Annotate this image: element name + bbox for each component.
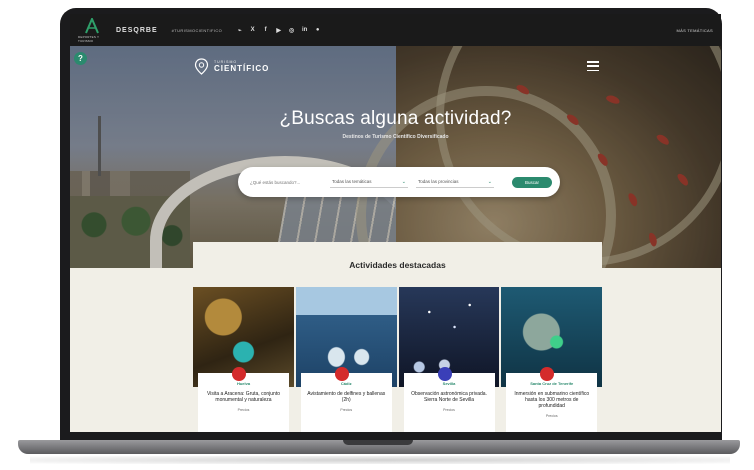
hero-banner: [70, 46, 721, 268]
junta-logo-text: DEPORTES Y TURISMO: [78, 34, 100, 43]
activity-info: Huelva Visita a Aracena: Gruta, conjunto…: [198, 373, 289, 432]
featured-section: Actividades destacadas Huelva Visita a A…: [193, 242, 602, 432]
province-select[interactable]: Todas las provincias ⌄: [416, 176, 494, 188]
activity-place: Cádiz: [340, 381, 352, 386]
theme-select-value: Todas las temáticas: [332, 179, 372, 184]
laptop-notch: [343, 440, 413, 445]
activity-title[interactable]: Visita a Aracena: Gruta, conjunto monume…: [198, 391, 289, 403]
linkedin-icon[interactable]: in: [301, 27, 308, 33]
laptop-screen: DEPORTES Y TURISMO DESQRBE #TURISMOCIENT…: [70, 14, 721, 432]
map-pin-icon: [194, 58, 209, 75]
activity-meta: Precios: [443, 408, 455, 412]
spotify-icon[interactable]: ●: [314, 27, 321, 33]
hashtag-text: #TURISMOCIENTIFICO: [171, 27, 223, 33]
x-icon[interactable]: X: [249, 27, 256, 33]
activity-place: Sevilla: [442, 381, 456, 386]
activity-info: Cádiz Avistamiento de delfines y ballena…: [300, 373, 392, 432]
activity-cards: Huelva Visita a Aracena: Gruta, conjunto…: [193, 287, 602, 432]
search-button[interactable]: Buscar: [512, 176, 552, 188]
hero-subline: Destinos de Turismo Científico Diversifi…: [342, 134, 449, 140]
featured-title: Actividades destacadas: [349, 260, 446, 270]
chevron-down-icon: ⌄: [487, 178, 492, 185]
activity-meta: Precios: [545, 414, 558, 418]
youtube-icon[interactable]: ▶: [275, 27, 282, 34]
laptop-mockup: DEPORTES Y TURISMO DESQRBE #TURISMOCIENT…: [0, 0, 754, 470]
marker-icon: [334, 367, 349, 381]
rss-icon[interactable]: ⌁: [236, 27, 243, 34]
activity-place: Huelva: [236, 381, 251, 386]
a-logo-icon: [85, 17, 99, 33]
activity-title[interactable]: Observación astronómica privada. Sierra …: [404, 391, 495, 403]
hero-overlay: [70, 46, 721, 268]
laptop-shadow: [30, 456, 730, 464]
activity-title[interactable]: Inmersión en submarino científico hasta …: [506, 391, 597, 409]
marker-icon: [437, 367, 452, 381]
activity-card[interactable]: Santa Cruz de Tenerife Inmersión en subm…: [501, 287, 602, 432]
search-bar: Todas las temáticas ⌄ Todas las provinci…: [238, 167, 560, 197]
activity-info: Santa Cruz de Tenerife Inmersión en subm…: [506, 373, 598, 432]
site-logo[interactable]: TURISMO CIENTÍFICO: [194, 58, 269, 75]
activity-card[interactable]: Huelva Visita a Aracena: Gruta, conjunto…: [193, 287, 294, 432]
hamburger-icon[interactable]: [587, 61, 599, 71]
activity-info: Sevilla Observación astronómica privada.…: [403, 373, 495, 432]
top-navigation-bar: DEPORTES Y TURISMO DESQRBE #TURISMOCIENT…: [70, 14, 721, 46]
facebook-icon[interactable]: f: [262, 27, 269, 33]
activity-title[interactable]: Avistamiento de delfines y ballenas (2h): [301, 391, 392, 403]
question-icon[interactable]: ?: [74, 52, 87, 65]
search-input[interactable]: [250, 179, 322, 185]
instagram-icon[interactable]: ◎: [288, 27, 295, 34]
secondary-logo-text: DESQRBE: [116, 26, 158, 34]
more-themes-menu[interactable]: MÁS TEMÁTICAS: [677, 28, 714, 33]
province-select-value: Todas las provincias: [418, 179, 459, 184]
activity-meta: Precios: [237, 408, 250, 412]
chevron-down-icon: ⌄: [401, 178, 406, 185]
hero-headline: ¿Buscas alguna actividad?: [279, 108, 512, 129]
activity-card[interactable]: Cádiz Avistamiento de delfines y ballena…: [295, 287, 397, 432]
activity-meta: Precios: [340, 408, 353, 412]
activity-place: Santa Cruz de Tenerife: [530, 381, 574, 386]
marker-icon: [232, 367, 246, 381]
theme-select[interactable]: Todas las temáticas ⌄: [330, 176, 408, 188]
junta-logo[interactable]: DEPORTES Y TURISMO: [78, 17, 106, 43]
social-links: ⌁ X f ▶ ◎ in ●: [236, 27, 321, 34]
activity-card[interactable]: Sevilla Observación astronómica privada.…: [398, 287, 500, 432]
secondary-logo[interactable]: DESQRBE: [116, 27, 158, 34]
brand-big-text: CIENTÍFICO: [214, 64, 270, 73]
